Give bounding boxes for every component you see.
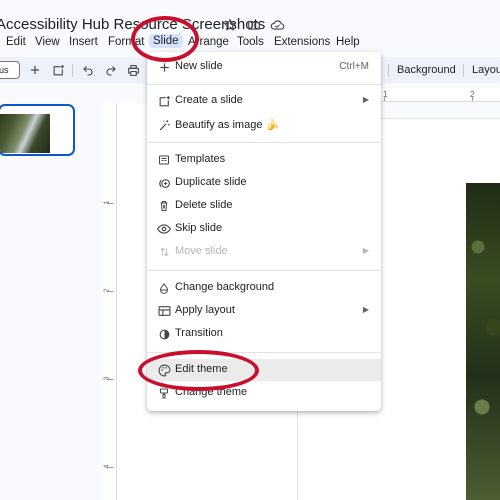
- delete-label: Delete slide: [175, 199, 233, 211]
- submenu-arrow-icon: ▶: [362, 95, 369, 104]
- menu-divider: [147, 270, 381, 271]
- submenu-arrow-icon: ▶: [362, 246, 369, 255]
- menu-change-theme[interactable]: Change theme: [147, 382, 381, 404]
- thumbnail-photo: [0, 114, 50, 153]
- templates-icon: [157, 153, 171, 167]
- move-to-folder-icon[interactable]: [246, 17, 262, 33]
- change-background-label: Change background: [175, 281, 275, 293]
- palette-icon: [157, 363, 171, 377]
- menu-divider: [147, 352, 381, 353]
- move-icon: [157, 245, 171, 259]
- trash-icon: [157, 199, 171, 213]
- ruler-number: 2: [103, 288, 111, 293]
- menu-extensions[interactable]: Extensions: [274, 36, 330, 48]
- toolbar-divider: [72, 64, 73, 77]
- menu-move-slide: Move slide ▶: [147, 241, 381, 263]
- menu-tools[interactable]: Tools: [237, 36, 264, 48]
- menu-divider: [147, 84, 381, 85]
- ruler-number: 1: [383, 90, 388, 99]
- menu-divider: [147, 142, 381, 143]
- ruler-number: 4: [103, 464, 111, 469]
- menu-apply-layout[interactable]: Apply layout ▶: [147, 300, 381, 322]
- slide-photo[interactable]: [466, 183, 500, 500]
- background-button[interactable]: Background: [397, 64, 456, 76]
- transition-label: Transition: [175, 327, 223, 339]
- slide-filmstrip: [0, 88, 82, 500]
- cloud-saved-icon[interactable]: [269, 17, 285, 33]
- paint-drop-icon: [157, 281, 171, 295]
- ruler-number: 1: [103, 200, 111, 205]
- ruler-number: 3: [103, 376, 111, 381]
- menu-transition[interactable]: Transition: [147, 323, 381, 345]
- skip-label: Skip slide: [175, 222, 223, 234]
- change-theme-label: Change theme: [175, 386, 248, 398]
- print-icon[interactable]: [125, 62, 141, 78]
- zoom-select[interactable]: us: [0, 61, 20, 79]
- eye-icon: [157, 222, 171, 236]
- menu-help[interactable]: Help: [336, 36, 360, 48]
- undo-icon[interactable]: [80, 62, 96, 78]
- toolbar-divider: [463, 64, 464, 77]
- new-slide-shortcut: Ctrl+M: [339, 61, 369, 72]
- duplicate-icon: [157, 176, 171, 190]
- vertical-ruler: 1 2 3 4: [103, 103, 117, 500]
- banana-emoji: 🍌: [265, 119, 280, 131]
- add-slide-icon: [157, 94, 171, 108]
- menu-insert[interactable]: Insert: [69, 36, 98, 48]
- beautify-label-wrap: Beautify as image 🍌: [175, 118, 279, 131]
- apply-layout-label: Apply layout: [175, 304, 235, 316]
- plus-icon: [157, 60, 171, 74]
- menu-templates[interactable]: Templates: [147, 149, 381, 171]
- menu-duplicate-slide[interactable]: Duplicate slide: [147, 172, 381, 194]
- beautify-label: Beautify as image: [175, 119, 263, 131]
- menu-arrange[interactable]: Arrange: [188, 36, 229, 48]
- star-icon[interactable]: [222, 17, 238, 33]
- duplicate-label: Duplicate slide: [175, 176, 247, 188]
- add-slide-layout-icon[interactable]: [50, 62, 66, 78]
- slide-dropdown-menu: New slide Ctrl+M Create a slide ▶ Beauti…: [147, 52, 381, 411]
- slide-thumbnail[interactable]: [0, 104, 75, 156]
- layout-icon: [157, 304, 171, 318]
- menu-delete-slide[interactable]: Delete slide: [147, 195, 381, 217]
- menu-bar: Edit View Insert Format Slide Arrange To…: [0, 34, 500, 52]
- ruler-number: 2: [470, 90, 475, 99]
- new-slide-label: New slide: [175, 60, 223, 72]
- menu-view[interactable]: View: [35, 36, 60, 48]
- menu-create-slide[interactable]: Create a slide ▶: [147, 90, 381, 112]
- menu-new-slide[interactable]: New slide Ctrl+M: [147, 56, 381, 78]
- create-slide-label: Create a slide: [175, 94, 243, 106]
- magic-wand-icon: [157, 118, 171, 132]
- menu-skip-slide[interactable]: Skip slide: [147, 218, 381, 240]
- new-slide-icon[interactable]: [27, 62, 43, 78]
- redo-icon[interactable]: [103, 62, 119, 78]
- menu-edit[interactable]: Edit: [6, 36, 26, 48]
- horizontal-ruler: 1 2: [380, 88, 500, 102]
- templates-label: Templates: [175, 153, 226, 165]
- layout-button[interactable]: Layout: [472, 64, 500, 76]
- menu-beautify-image[interactable]: Beautify as image 🍌: [147, 114, 381, 136]
- submenu-arrow-icon: ▶: [362, 305, 369, 314]
- toolbar-divider: [388, 64, 389, 77]
- move-label: Move slide: [175, 245, 228, 257]
- theme-icon: [157, 386, 171, 400]
- menu-change-background[interactable]: Change background: [147, 277, 381, 299]
- menu-edit-theme[interactable]: Edit theme: [147, 359, 381, 381]
- transition-icon: [157, 327, 171, 341]
- menu-slide[interactable]: Slide: [149, 34, 183, 48]
- menu-format[interactable]: Format: [108, 36, 144, 48]
- edit-theme-label: Edit theme: [175, 363, 228, 375]
